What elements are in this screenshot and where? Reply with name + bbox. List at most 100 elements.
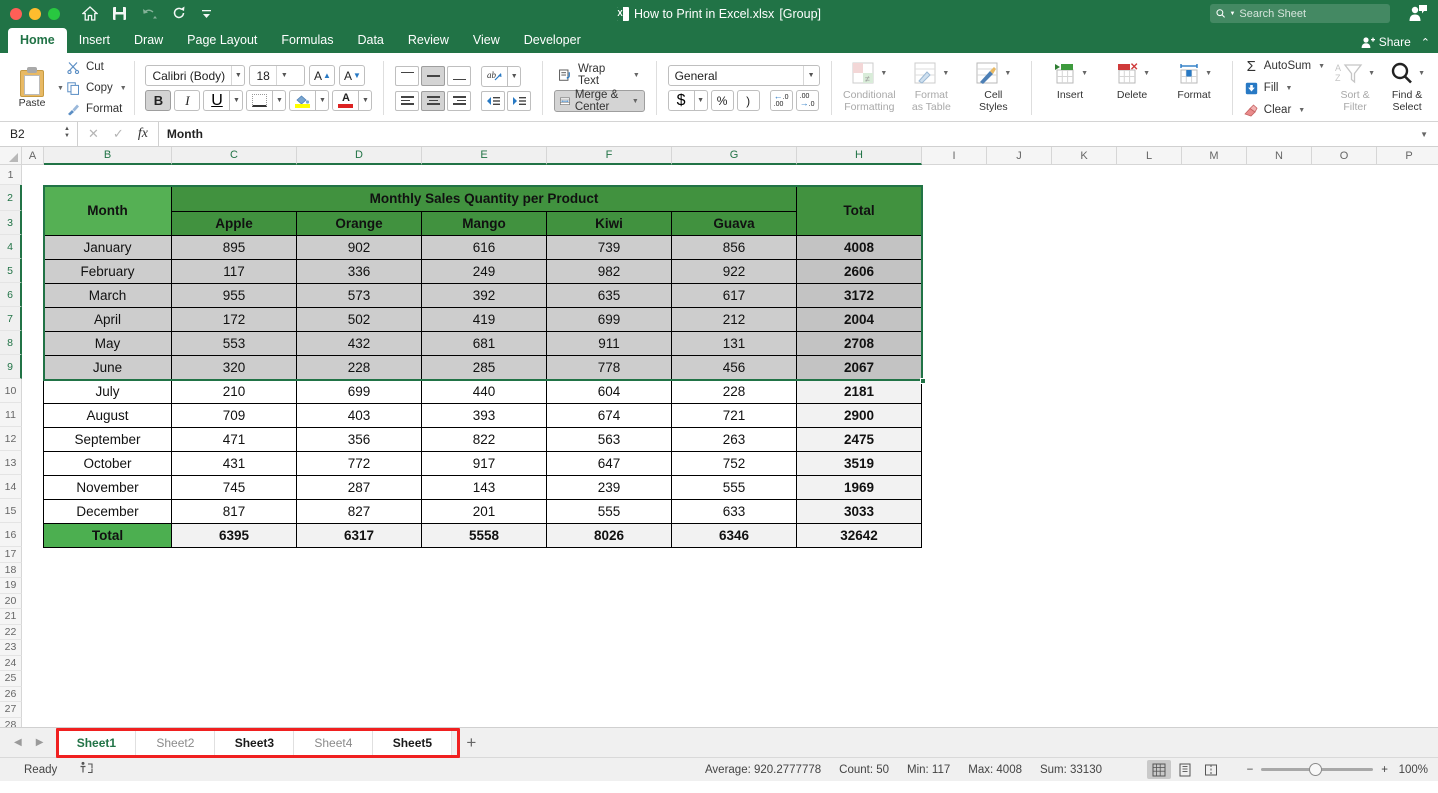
cell-month-november[interactable]: November <box>43 475 172 500</box>
cell-total-label[interactable]: Total <box>43 523 172 548</box>
font-size-dropdown-icon[interactable]: ▼ <box>275 66 292 85</box>
cell-value[interactable]: 431 <box>171 451 297 476</box>
cell-value[interactable]: 674 <box>546 403 672 428</box>
cell-value[interactable]: 917 <box>421 451 547 476</box>
cell-month-july[interactable]: July <box>43 379 172 404</box>
orientation-dropdown-icon[interactable]: ▼ <box>507 65 522 87</box>
tab-draw[interactable]: Draw <box>122 28 175 53</box>
fill-color-button[interactable] <box>289 90 316 111</box>
cell-value[interactable]: 555 <box>546 499 672 524</box>
search-sheet-box[interactable]: ▼ <box>1210 4 1390 23</box>
column-header-B[interactable]: B <box>44 147 172 165</box>
undo-icon[interactable] <box>141 7 158 20</box>
bold-button[interactable]: B <box>145 90 172 111</box>
cell-month-header[interactable]: Month <box>43 185 172 236</box>
font-color-dropdown-icon[interactable]: ▼ <box>358 90 373 111</box>
row-header-10[interactable]: 10 <box>0 379 22 403</box>
page-layout-view-button[interactable] <box>1173 760 1197 779</box>
cell-value[interactable]: 456 <box>671 355 797 380</box>
zoom-out-button[interactable]: − <box>1247 764 1254 776</box>
cell-value[interactable]: 635 <box>546 283 672 308</box>
number-format-dropdown-icon[interactable]: ▼ <box>802 66 819 85</box>
column-header-E[interactable]: E <box>422 147 547 165</box>
align-left-button[interactable] <box>395 90 420 111</box>
sheet-tab-sheet5[interactable]: Sheet5 <box>373 728 453 757</box>
row-header-15[interactable]: 15 <box>0 499 22 523</box>
cell-value[interactable]: 699 <box>546 307 672 332</box>
tab-view[interactable]: View <box>461 28 512 53</box>
row-header-5[interactable]: 5 <box>0 259 22 283</box>
previous-sheet-icon[interactable]: ◀ <box>14 737 22 748</box>
sheet-tab-sheet4[interactable]: Sheet4 <box>294 728 374 757</box>
currency-format-button[interactable]: $ <box>667 90 694 111</box>
zoom-in-button[interactable]: + <box>1381 764 1388 776</box>
column-header-M[interactable]: M <box>1182 147 1247 165</box>
fill-button[interactable]: Fill ▼ <box>1244 78 1325 98</box>
paste-dropdown-icon[interactable]: ▼ <box>57 85 64 92</box>
cell-value[interactable]: 285 <box>421 355 547 380</box>
sheet-tab-sheet3[interactable]: Sheet3 <box>215 728 295 757</box>
row-header-3[interactable]: 3 <box>0 211 22 235</box>
row-header-12[interactable]: 12 <box>0 427 22 451</box>
cell-value[interactable]: 617 <box>671 283 797 308</box>
row-header-16[interactable]: 16 <box>0 523 22 547</box>
confirm-entry-icon[interactable]: ✓ <box>113 126 124 142</box>
cell-month-june[interactable]: June <box>43 355 172 380</box>
cell-value[interactable]: 249 <box>421 259 547 284</box>
cell-value[interactable]: 320 <box>171 355 297 380</box>
select-all-corner[interactable] <box>0 147 22 165</box>
save-icon[interactable] <box>112 6 127 21</box>
cell-column-total[interactable]: 5558 <box>421 523 547 548</box>
cell-value[interactable]: 745 <box>171 475 297 500</box>
row-header-28[interactable]: 28 <box>0 717 22 727</box>
copy-dropdown-icon[interactable]: ▼ <box>120 85 127 92</box>
column-header-H[interactable]: H <box>797 147 922 165</box>
cell-value[interactable]: 239 <box>546 475 672 500</box>
cell-value[interactable]: 212 <box>671 307 797 332</box>
clear-dropdown-icon[interactable]: ▼ <box>1298 107 1305 114</box>
cell-row-total[interactable]: 2708 <box>796 331 922 356</box>
font-name-combo[interactable]: Calibri (Body) ▼ <box>145 65 246 86</box>
cell-product-header-orange[interactable]: Orange <box>296 211 422 236</box>
underline-dropdown-icon[interactable]: ▼ <box>229 90 244 111</box>
cell-month-august[interactable]: August <box>43 403 172 428</box>
row-header-22[interactable]: 22 <box>0 624 22 640</box>
row-header-26[interactable]: 26 <box>0 686 22 702</box>
cell-value[interactable]: 902 <box>296 235 422 260</box>
number-format-combo[interactable]: General ▼ <box>667 65 820 86</box>
column-header-D[interactable]: D <box>297 147 422 165</box>
tab-data[interactable]: Data <box>345 28 395 53</box>
fill-color-dropdown-icon[interactable]: ▼ <box>315 90 330 111</box>
cell-value[interactable]: 336 <box>296 259 422 284</box>
underline-button[interactable]: U <box>203 90 230 111</box>
cell-value[interactable]: 419 <box>421 307 547 332</box>
cell-value[interactable]: 210 <box>171 379 297 404</box>
increase-indent-button[interactable] <box>507 90 532 111</box>
font-size-combo[interactable]: 18 ▼ <box>249 65 306 86</box>
cell-month-may[interactable]: May <box>43 331 172 356</box>
zoom-slider[interactable] <box>1261 763 1374 776</box>
decrease-indent-button[interactable] <box>481 90 506 111</box>
cell-value[interactable]: 555 <box>671 475 797 500</box>
cell-value[interactable]: 982 <box>546 259 672 284</box>
cell-value[interactable]: 393 <box>421 403 547 428</box>
find-select-button[interactable]: ▼ Find & Select <box>1381 56 1433 120</box>
cell-value[interactable]: 822 <box>421 427 547 452</box>
name-box[interactable]: B2 ▲ ▼ <box>0 122 78 146</box>
insert-cells-button[interactable]: ▼ Insert <box>1039 56 1101 120</box>
decrease-decimal-button[interactable]: .00 →.0 <box>795 90 819 111</box>
row-header-13[interactable]: 13 <box>0 451 22 475</box>
cell-value[interactable]: 604 <box>546 379 672 404</box>
row-header-20[interactable]: 20 <box>0 593 22 609</box>
cell-row-total[interactable]: 2606 <box>796 259 922 284</box>
column-header-A[interactable]: A <box>22 147 44 165</box>
row-header-9[interactable]: 9 <box>0 355 22 379</box>
align-bottom-button[interactable] <box>447 66 472 86</box>
cell-value[interactable]: 827 <box>296 499 422 524</box>
format-cells-button[interactable]: ▼ Format <box>1163 56 1225 120</box>
cell-value[interactable]: 287 <box>296 475 422 500</box>
sort-filter-button[interactable]: AZ ▼ Sort & Filter <box>1329 56 1381 120</box>
maximize-window-button[interactable] <box>48 7 60 20</box>
decrease-font-size-button[interactable]: A ▼ <box>339 65 366 86</box>
clear-button[interactable]: Clear ▼ <box>1244 100 1325 120</box>
